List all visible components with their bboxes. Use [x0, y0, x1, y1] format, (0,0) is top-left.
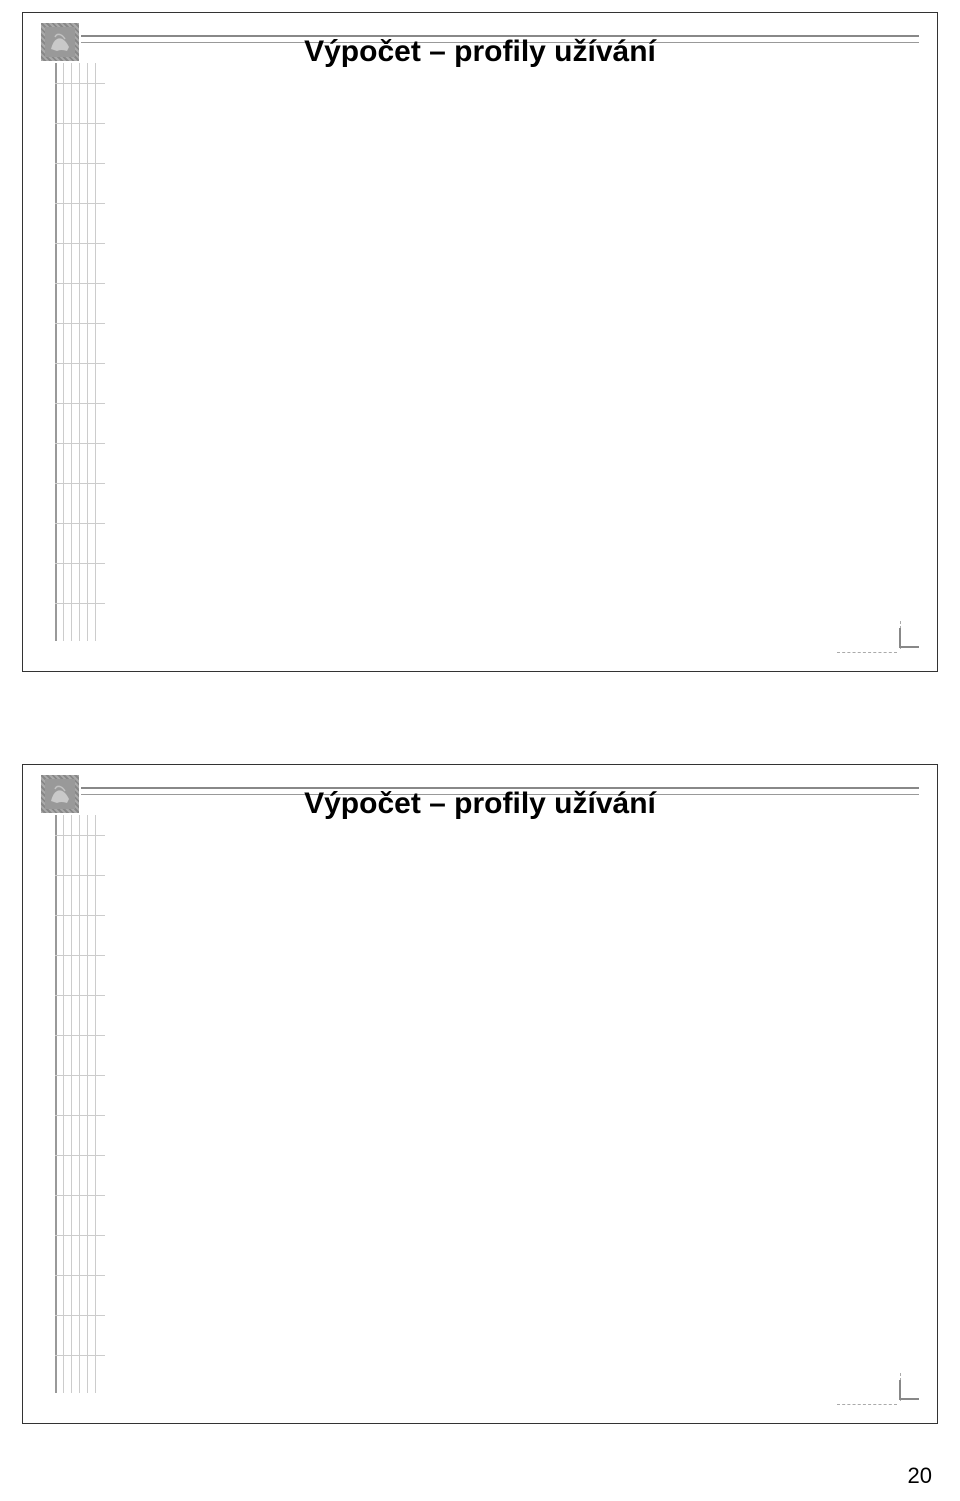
slide-inner: Výpočet – profily užívání [23, 765, 937, 1423]
page-number: 20 [908, 1463, 932, 1489]
slide-1: Výpočet – profily užívání [22, 12, 938, 672]
slide-inner: Výpočet – profily užívání [23, 13, 937, 671]
slide-title: Výpočet – profily užívání [23, 787, 937, 821]
corner-decoration [839, 613, 919, 653]
left-grid-decoration [55, 815, 105, 1393]
corner-decoration [839, 1365, 919, 1405]
slide-2: Výpočet – profily užívání [22, 764, 938, 1424]
left-grid-decoration [55, 63, 105, 641]
slide-title: Výpočet – profily užívání [23, 35, 937, 69]
